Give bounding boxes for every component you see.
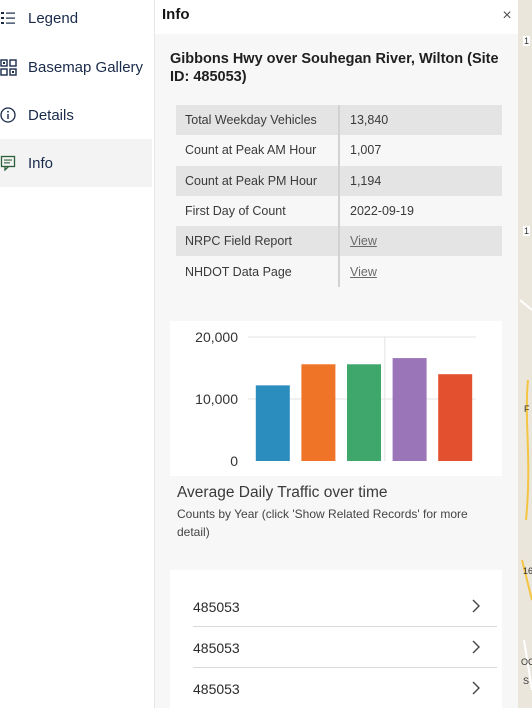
chart-description: Counts by Year (click 'Show Related Reco… [177, 507, 468, 539]
map-label: OC [521, 657, 532, 667]
site-title: Gibbons Hwy over Souhegan River, Wilton … [170, 51, 499, 85]
related-record-label: 485053 [193, 640, 240, 656]
related-records-list: 485053 485053 485053 [170, 570, 502, 708]
chart-bar[interactable] [392, 358, 427, 461]
nav-label-info: Info [28, 154, 54, 172]
chart-caption: Average Daily Traffic over time [177, 484, 388, 501]
chart-bar[interactable] [301, 364, 336, 461]
attribute-value-cell: View [339, 226, 502, 257]
info-circle-icon [0, 107, 22, 123]
attribute-key: Total Weekday Vehicles [176, 105, 340, 136]
chart-bar[interactable] [255, 385, 290, 461]
nav-item-legend[interactable]: Legend [0, 0, 152, 42]
attribute-key: Count at Peak PM Hour [176, 165, 340, 196]
map-view[interactable]: 1 1 F 16 OC S [518, 0, 532, 708]
popup-icon [0, 155, 22, 171]
attribute-row: Count at Peak PM Hour 1,194 [176, 165, 502, 196]
attribute-value-cell: 13,840 [339, 105, 502, 136]
basemap-gallery-icon [0, 58, 22, 76]
nav-item-info[interactable]: Info [0, 139, 152, 187]
chevron-right-icon [471, 598, 481, 619]
attribute-key: Count at Peak AM Hour [176, 135, 340, 166]
close-button[interactable]: × [497, 6, 517, 26]
chevron-right-icon [471, 639, 481, 660]
attribute-row: NRPC Field Report View [176, 226, 502, 257]
map-label: 1 [523, 36, 531, 46]
y-tick-label: 0 [230, 453, 238, 469]
attribute-value-cell: 1,194 [339, 165, 502, 196]
side-nav: Legend Basemap Gallery Details Info [0, 0, 152, 708]
attribute-row: Count at Peak AM Hour 1,007 [176, 135, 502, 166]
attribute-value-cell: View [339, 256, 502, 287]
related-record-item[interactable]: 485053 [193, 586, 497, 627]
attribute-key: First Day of Count [176, 195, 340, 227]
panel-title: Info [162, 6, 190, 23]
chevron-right-icon [471, 680, 481, 701]
attribute-key: NHDOT Data Page [176, 256, 340, 287]
nav-label-legend: Legend [28, 9, 79, 27]
nav-label-basemap-gallery: Basemap Gallery [28, 58, 144, 76]
legend-icon [0, 10, 22, 26]
attribute-table: Total Weekday Vehicles 13,840 Count at Pea… [176, 105, 502, 287]
attribute-row: First Day of Count 2022-09-19 [176, 195, 502, 227]
map-roads [519, 299, 532, 691]
attribute-row: NHDOT Data Page View [176, 256, 502, 287]
map-label: 16 [523, 566, 532, 576]
related-record-item[interactable]: 485053 [193, 627, 497, 668]
attribute-value-cell: 1,007 [339, 135, 502, 166]
chart-bar[interactable] [347, 364, 381, 461]
info-panel: Info × Gibbons Hwy over Souhegan River, … [154, 0, 519, 708]
attribute-key: NRPC Field Report [176, 226, 340, 257]
map-label: 1 [523, 226, 531, 236]
chart-card: 20,000 10,000 0 [170, 321, 502, 476]
y-tick-label: 10,000 [195, 391, 238, 407]
chart-bar[interactable] [438, 374, 473, 461]
y-tick-label: 20,000 [195, 329, 238, 345]
bar-chart: 20,000 10,000 0 [195, 329, 476, 469]
attribute-value-cell: 2022-09-19 [339, 195, 502, 227]
nav-label-details: Details [28, 106, 74, 124]
attribute-row: Total Weekday Vehicles 13,840 [176, 105, 502, 136]
nav-item-basemap-gallery[interactable]: Basemap Gallery [0, 43, 152, 91]
map-label: S [523, 676, 530, 686]
view-link[interactable]: View [350, 234, 377, 248]
nav-item-details[interactable]: Details [0, 91, 152, 139]
view-link[interactable]: View [350, 265, 377, 279]
related-record-item[interactable]: 485053 [193, 668, 497, 708]
related-record-label: 485053 [193, 599, 240, 615]
panel-header: Info × [155, 0, 519, 34]
related-record-label: 485053 [193, 681, 240, 697]
map-label: F [524, 404, 530, 414]
